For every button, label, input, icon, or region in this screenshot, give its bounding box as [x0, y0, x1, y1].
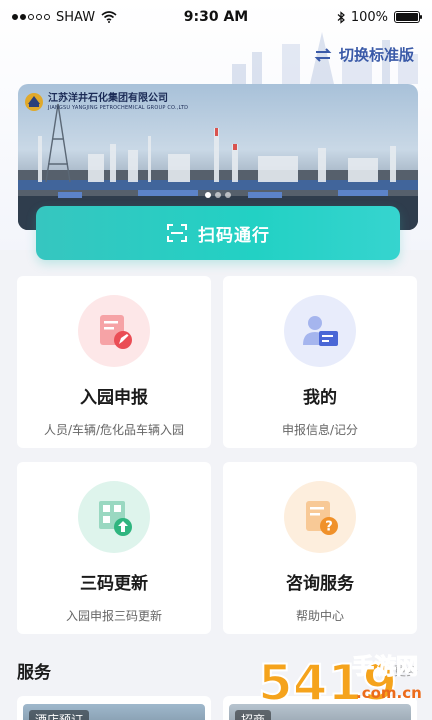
card-park-declare[interactable]: 入园申报 人员/车辆/危化品车辆入园	[17, 276, 211, 448]
scan-pass-button[interactable]: 扫码通行	[36, 206, 400, 260]
svg-text:?: ?	[325, 520, 333, 535]
declare-icon	[78, 295, 150, 367]
status-time: 9:30 AM	[183, 9, 249, 25]
card-subtitle: 申报信息/记分	[281, 423, 359, 437]
watermark-domain: .com.cn	[356, 684, 422, 702]
company-logo-icon	[25, 93, 43, 111]
carrier-label: SHAW	[56, 9, 96, 25]
switch-icon	[314, 47, 332, 62]
wifi-icon	[101, 11, 117, 23]
bluetooth-icon	[337, 10, 345, 24]
card-consult-service[interactable]: ? 咨询服务 帮助中心	[223, 462, 417, 634]
banner-dot[interactable]	[205, 192, 211, 198]
card-mine[interactable]: 我的 申报信息/记分	[223, 276, 417, 448]
card-title: 入园申报	[80, 388, 148, 408]
service-label: 酒店预订	[29, 710, 90, 720]
banner-pagination	[205, 192, 231, 198]
battery-icon	[394, 11, 422, 23]
switch-standard-label: 切换标准版	[338, 46, 414, 64]
battery-percent: 100%	[350, 9, 388, 25]
watermark-text: 手游网	[352, 654, 418, 680]
code-update-icon	[78, 481, 150, 553]
company-name-en: JIANGSU YANGJING PETROCHEMICAL GROUP CO.…	[48, 104, 189, 111]
signal-icon	[12, 14, 50, 20]
status-left: SHAW	[12, 10, 117, 25]
switch-standard-button[interactable]: 切换标准版	[313, 44, 414, 65]
company-name-cn: 江苏洋井石化集团有限公司	[48, 92, 168, 104]
scan-pass-label: 扫码通行	[198, 225, 270, 246]
card-subtitle: 入园申报三码更新	[65, 609, 162, 623]
card-title: 咨询服务	[286, 574, 354, 594]
card-title: 三码更新	[80, 574, 148, 594]
profile-icon	[284, 295, 356, 367]
consult-icon: ?	[284, 481, 356, 553]
company-name-block: 江苏洋井石化集团有限公司 JIANGSU YANGJING PETROCHEMI…	[48, 93, 188, 112]
card-subtitle: 帮助中心	[295, 609, 344, 623]
card-subtitle: 人员/车辆/危化品车辆入园	[43, 423, 185, 437]
scan-icon	[167, 224, 187, 242]
banner-company-logo-block: 江苏洋井石化集团有限公司 JIANGSU YANGJING PETROCHEMI…	[24, 92, 188, 112]
status-right: 100%	[337, 9, 422, 25]
services-section-title: 服务	[17, 663, 51, 683]
site-watermark-logo: 5419 手游网 .com.cn	[257, 653, 422, 713]
card-three-code-update[interactable]: 三码更新 入园申报三码更新	[17, 462, 211, 634]
card-title: 我的	[303, 388, 337, 408]
banner-dot[interactable]	[225, 192, 231, 198]
banner-dot[interactable]	[215, 192, 221, 198]
service-card-hotel[interactable]: 酒店预订	[17, 696, 211, 720]
